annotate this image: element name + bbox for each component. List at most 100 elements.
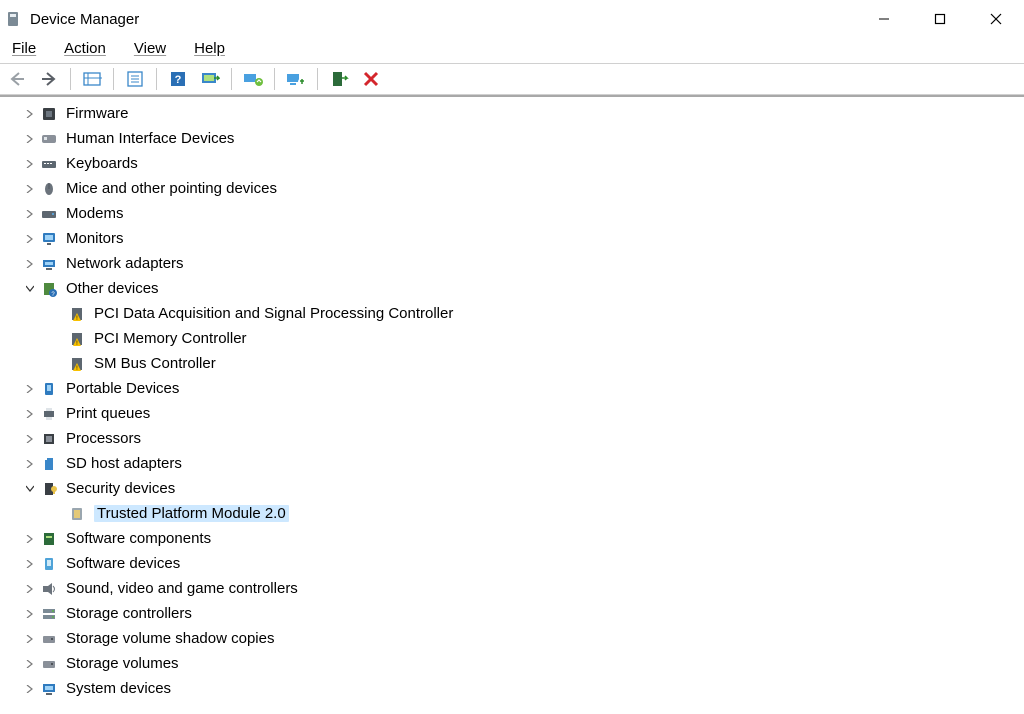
storage-controller-icon	[38, 606, 60, 622]
processor-icon	[38, 431, 60, 447]
system-device-icon	[38, 681, 60, 697]
update-driver-icon[interactable]	[238, 66, 268, 92]
forward-button[interactable]	[34, 66, 64, 92]
security-icon	[38, 481, 60, 497]
chevron-down-icon	[22, 485, 38, 493]
chevron-right-icon	[22, 110, 38, 118]
close-button[interactable]	[968, 0, 1024, 38]
tree-item-hid[interactable]: Human Interface Devices	[0, 126, 1024, 151]
tree-item-software-components[interactable]: Software components	[0, 526, 1024, 551]
enable-device-icon[interactable]	[324, 66, 354, 92]
chevron-right-icon	[22, 635, 38, 643]
software-device-icon	[38, 556, 60, 572]
tree-item-sm-bus[interactable]: SM Bus Controller	[0, 351, 1024, 376]
tree-item-security[interactable]: Security devices	[0, 476, 1024, 501]
storage-shadow-icon	[38, 631, 60, 647]
toolbar: ?	[0, 63, 1024, 95]
help-icon[interactable]: ?	[163, 66, 193, 92]
chevron-right-icon	[22, 535, 38, 543]
tree-item-system[interactable]: System devices	[0, 676, 1024, 701]
modem-icon	[38, 206, 60, 222]
monitor-icon	[38, 231, 60, 247]
titlebar: Device Manager	[0, 0, 1024, 38]
uninstall-icon[interactable]	[281, 66, 311, 92]
app-icon	[4, 10, 22, 28]
content-area: ? ! Firmware Hum	[0, 95, 1024, 713]
selected-item-label: Trusted Platform Module 2.0	[94, 505, 289, 522]
menu-view[interactable]: View	[122, 38, 178, 59]
chevron-down-icon	[22, 285, 38, 293]
chevron-right-icon	[22, 610, 38, 618]
tree-item-pci-mem[interactable]: PCI Memory Controller	[0, 326, 1024, 351]
show-hidden-icon[interactable]	[77, 66, 107, 92]
chevron-right-icon	[22, 135, 38, 143]
chevron-right-icon	[22, 385, 38, 393]
tree-item-sd[interactable]: SD host adapters	[0, 451, 1024, 476]
other-devices-icon	[38, 281, 60, 297]
chevron-right-icon	[22, 410, 38, 418]
scan-hardware-icon[interactable]	[195, 66, 225, 92]
menu-action[interactable]: Action	[52, 38, 118, 59]
svg-text:?: ?	[175, 74, 182, 86]
menubar: File Action View Help	[0, 38, 1024, 63]
toolbar-sep	[317, 68, 318, 90]
hid-icon	[38, 131, 60, 147]
tree-item-portable[interactable]: Portable Devices	[0, 376, 1024, 401]
tree-item-pci-data[interactable]: PCI Data Acquisition and Signal Processi…	[0, 301, 1024, 326]
tree-item-firmware[interactable]: Firmware	[0, 101, 1024, 126]
tree-item-modems[interactable]: Modems	[0, 201, 1024, 226]
firmware-icon	[38, 106, 60, 122]
window-controls	[856, 0, 1024, 38]
toolbar-sep	[70, 68, 71, 90]
tree-item-network[interactable]: Network adapters	[0, 251, 1024, 276]
tree-item-storage-controllers[interactable]: Storage controllers	[0, 601, 1024, 626]
toolbar-sep	[113, 68, 114, 90]
tree-item-software-devices[interactable]: Software devices	[0, 551, 1024, 576]
device-warning-icon	[66, 306, 88, 322]
device-warning-icon	[66, 356, 88, 372]
printer-icon	[38, 406, 60, 422]
tree-item-storage-volumes[interactable]: Storage volumes	[0, 651, 1024, 676]
tree-item-mice[interactable]: Mice and other pointing devices	[0, 176, 1024, 201]
properties-icon[interactable]	[120, 66, 150, 92]
tree-item-monitors[interactable]: Monitors	[0, 226, 1024, 251]
software-component-icon	[38, 531, 60, 547]
network-icon	[38, 256, 60, 272]
chevron-right-icon	[22, 435, 38, 443]
window-title: Device Manager	[30, 11, 139, 28]
toolbar-sep	[156, 68, 157, 90]
chevron-right-icon	[22, 185, 38, 193]
chevron-right-icon	[22, 560, 38, 568]
chevron-right-icon	[22, 660, 38, 668]
minimize-button[interactable]	[856, 0, 912, 38]
storage-volume-icon	[38, 656, 60, 672]
chevron-right-icon	[22, 585, 38, 593]
menu-file[interactable]: File	[0, 38, 48, 59]
back-button[interactable]	[2, 66, 32, 92]
sound-icon	[38, 581, 60, 597]
menu-help[interactable]: Help	[182, 38, 237, 59]
mouse-icon	[38, 181, 60, 197]
keyboard-icon	[38, 156, 60, 172]
device-warning-icon	[66, 331, 88, 347]
chevron-right-icon	[22, 460, 38, 468]
tree-item-sound[interactable]: Sound, video and game controllers	[0, 576, 1024, 601]
device-tree[interactable]: ? ! Firmware Hum	[0, 97, 1024, 701]
tree-item-storage-shadow[interactable]: Storage volume shadow copies	[0, 626, 1024, 651]
chevron-right-icon	[22, 685, 38, 693]
toolbar-sep	[231, 68, 232, 90]
maximize-button[interactable]	[912, 0, 968, 38]
tree-item-tpm[interactable]: Trusted Platform Module 2.0	[0, 501, 1024, 526]
sd-icon	[38, 456, 60, 472]
chevron-right-icon	[22, 235, 38, 243]
tree-item-other[interactable]: Other devices	[0, 276, 1024, 301]
portable-icon	[38, 381, 60, 397]
chevron-right-icon	[22, 210, 38, 218]
chevron-right-icon	[22, 160, 38, 168]
tree-item-print[interactable]: Print queues	[0, 401, 1024, 426]
disable-device-icon[interactable]	[356, 66, 386, 92]
toolbar-sep	[274, 68, 275, 90]
tree-item-processors[interactable]: Processors	[0, 426, 1024, 451]
chevron-right-icon	[22, 260, 38, 268]
tree-item-keyboards[interactable]: Keyboards	[0, 151, 1024, 176]
